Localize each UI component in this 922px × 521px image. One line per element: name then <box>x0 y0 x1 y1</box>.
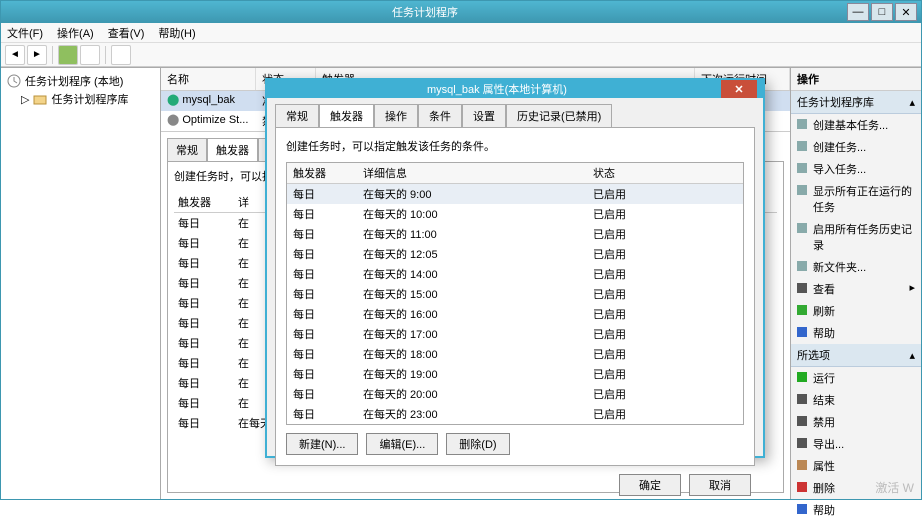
menu-view[interactable]: 查看(V) <box>108 25 145 41</box>
action-icon <box>795 370 809 384</box>
detail-tab[interactable]: 常规 <box>167 138 207 161</box>
action-icon <box>795 436 809 450</box>
col-name[interactable]: 名称 <box>161 68 256 90</box>
trigger-row[interactable]: 每日在每天的 19:00已启用 <box>287 364 743 384</box>
menu-file[interactable]: 文件(F) <box>7 25 43 41</box>
actions-group-selected[interactable]: 所选项 ▴ <box>791 344 921 367</box>
cancel-button[interactable]: 取消 <box>689 474 751 496</box>
triggers-table: 触发器 详细信息 状态 每日在每天的 9:00已启用每日在每天的 10:00已启… <box>286 162 744 425</box>
new-trigger-button[interactable]: 新建(N)... <box>286 433 358 455</box>
actions-pane: 操作 任务计划程序库 ▴ 创建基本任务...创建任务...导入任务...显示所有… <box>791 68 921 499</box>
back-button[interactable]: ◄ <box>5 45 25 65</box>
trigger-row[interactable]: 每日在每天的 14:00已启用 <box>287 264 743 284</box>
trigger-row[interactable]: 每日在每天的 15:00已启用 <box>287 284 743 304</box>
action-icon <box>795 139 809 153</box>
dialog-tab[interactable]: 常规 <box>275 104 319 127</box>
trigger-row[interactable]: 每日在每天的 11:00已启用 <box>287 224 743 244</box>
action-icon <box>795 303 809 317</box>
trigger-row[interactable]: 每日在每天的 17:00已启用 <box>287 324 743 344</box>
collapse-icon: ▴ <box>909 349 915 362</box>
action-icon <box>795 480 809 494</box>
watermark: 激活 W <box>875 479 914 496</box>
action-icon <box>795 281 809 295</box>
collapse-icon: ▴ <box>909 96 915 109</box>
menu-help[interactable]: 帮助(H) <box>158 25 195 41</box>
detail-tab[interactable]: 触发器 <box>207 138 258 161</box>
action-item[interactable]: 显示所有正在运行的任务 <box>791 180 921 218</box>
action-icon <box>795 183 809 197</box>
action-icon <box>795 325 809 339</box>
close-button[interactable]: ✕ <box>895 3 917 21</box>
action-item[interactable]: 导出... <box>791 433 921 455</box>
tb-btn-1[interactable] <box>58 45 78 65</box>
tree-library[interactable]: ▷ 任务计划程序库 <box>19 90 156 108</box>
dialog-tab[interactable]: 历史记录(已禁用) <box>506 104 612 127</box>
trigger-row[interactable]: 每日在每天的 16:00已启用 <box>287 304 743 324</box>
action-icon <box>795 392 809 406</box>
menubar: 文件(F) 操作(A) 查看(V) 帮助(H) <box>1 23 921 43</box>
tree-root[interactable]: 任务计划程序 (本地) <box>5 72 156 90</box>
action-item[interactable]: 启用所有任务历史记录 <box>791 218 921 256</box>
action-icon <box>795 458 809 472</box>
action-item[interactable]: 运行 <box>791 367 921 389</box>
action-item[interactable]: 属性 <box>791 455 921 477</box>
window-title: 任务计划程序 <box>5 4 845 20</box>
action-item[interactable]: 查看▸ <box>791 278 921 300</box>
tb-btn-2[interactable] <box>80 45 100 65</box>
action-icon <box>795 221 809 235</box>
action-item[interactable]: 新文件夹... <box>791 256 921 278</box>
detail-col-trigger[interactable]: 触发器 <box>174 192 234 212</box>
titlebar: 任务计划程序 — □ ✕ <box>1 1 921 23</box>
dialog-tabs: 常规触发器操作条件设置历史记录(已禁用) <box>267 98 763 127</box>
dialog-tab[interactable]: 条件 <box>418 104 462 127</box>
dlg-col-detail[interactable]: 详细信息 <box>357 163 587 183</box>
expand-icon: ▷ <box>21 93 29 106</box>
action-item[interactable]: 创建任务... <box>791 136 921 158</box>
trigger-row[interactable]: 每日在每天的 20:00已启用 <box>287 384 743 404</box>
action-item[interactable]: 帮助 <box>791 322 921 344</box>
action-icon <box>795 117 809 131</box>
actions-title: 操作 <box>791 68 921 91</box>
clock-icon <box>7 74 21 88</box>
menu-action[interactable]: 操作(A) <box>57 25 94 41</box>
delete-trigger-button[interactable]: 删除(D) <box>446 433 509 455</box>
trigger-row[interactable]: 每日在每天的 10:00已启用 <box>287 204 743 224</box>
maximize-button[interactable]: □ <box>871 3 893 21</box>
dlg-col-trigger[interactable]: 触发器 <box>287 163 357 183</box>
dialog-titlebar[interactable]: mysql_bak 属性(本地计算机) ✕ <box>267 80 763 98</box>
dialog-help-text: 创建任务时，可以指定触发该任务的条件。 <box>286 138 744 154</box>
trigger-row[interactable]: 每日在每天的 12:05已启用 <box>287 244 743 264</box>
action-item[interactable]: 禁用 <box>791 411 921 433</box>
action-item[interactable]: 结束 <box>791 389 921 411</box>
dialog-tab[interactable]: 操作 <box>374 104 418 127</box>
action-item[interactable]: 刷新 <box>791 300 921 322</box>
dialog-tab[interactable]: 触发器 <box>319 104 374 127</box>
action-icon <box>795 161 809 175</box>
folder-icon <box>33 92 47 106</box>
dialog-close-button[interactable]: ✕ <box>721 80 757 98</box>
action-icon <box>795 502 809 516</box>
action-icon <box>795 259 809 273</box>
actions-group-library[interactable]: 任务计划程序库 ▴ <box>791 91 921 114</box>
edit-trigger-button[interactable]: 编辑(E)... <box>366 433 438 455</box>
trigger-row[interactable]: 每日在每天的 18:00已启用 <box>287 344 743 364</box>
action-item[interactable]: 导入任务... <box>791 158 921 180</box>
tree-pane: 任务计划程序 (本地) ▷ 任务计划程序库 <box>1 68 161 499</box>
properties-dialog: mysql_bak 属性(本地计算机) ✕ 常规触发器操作条件设置历史记录(已禁… <box>265 78 765 458</box>
tb-btn-3[interactable] <box>111 45 131 65</box>
trigger-row[interactable]: 每日在每天的 9:00已启用 <box>287 184 743 204</box>
action-item[interactable]: 创建基本任务... <box>791 114 921 136</box>
forward-button[interactable]: ► <box>27 45 47 65</box>
action-icon <box>795 414 809 428</box>
dialog-tab[interactable]: 设置 <box>462 104 506 127</box>
trigger-row[interactable]: 每日在每天的 23:00已启用 <box>287 404 743 424</box>
dialog-title: mysql_bak 属性(本地计算机) <box>273 81 721 97</box>
ok-button[interactable]: 确定 <box>619 474 681 496</box>
minimize-button[interactable]: — <box>847 3 869 21</box>
toolbar: ◄ ► <box>1 43 921 67</box>
action-item[interactable]: 帮助 <box>791 499 921 521</box>
dlg-col-status[interactable]: 状态 <box>587 163 743 183</box>
